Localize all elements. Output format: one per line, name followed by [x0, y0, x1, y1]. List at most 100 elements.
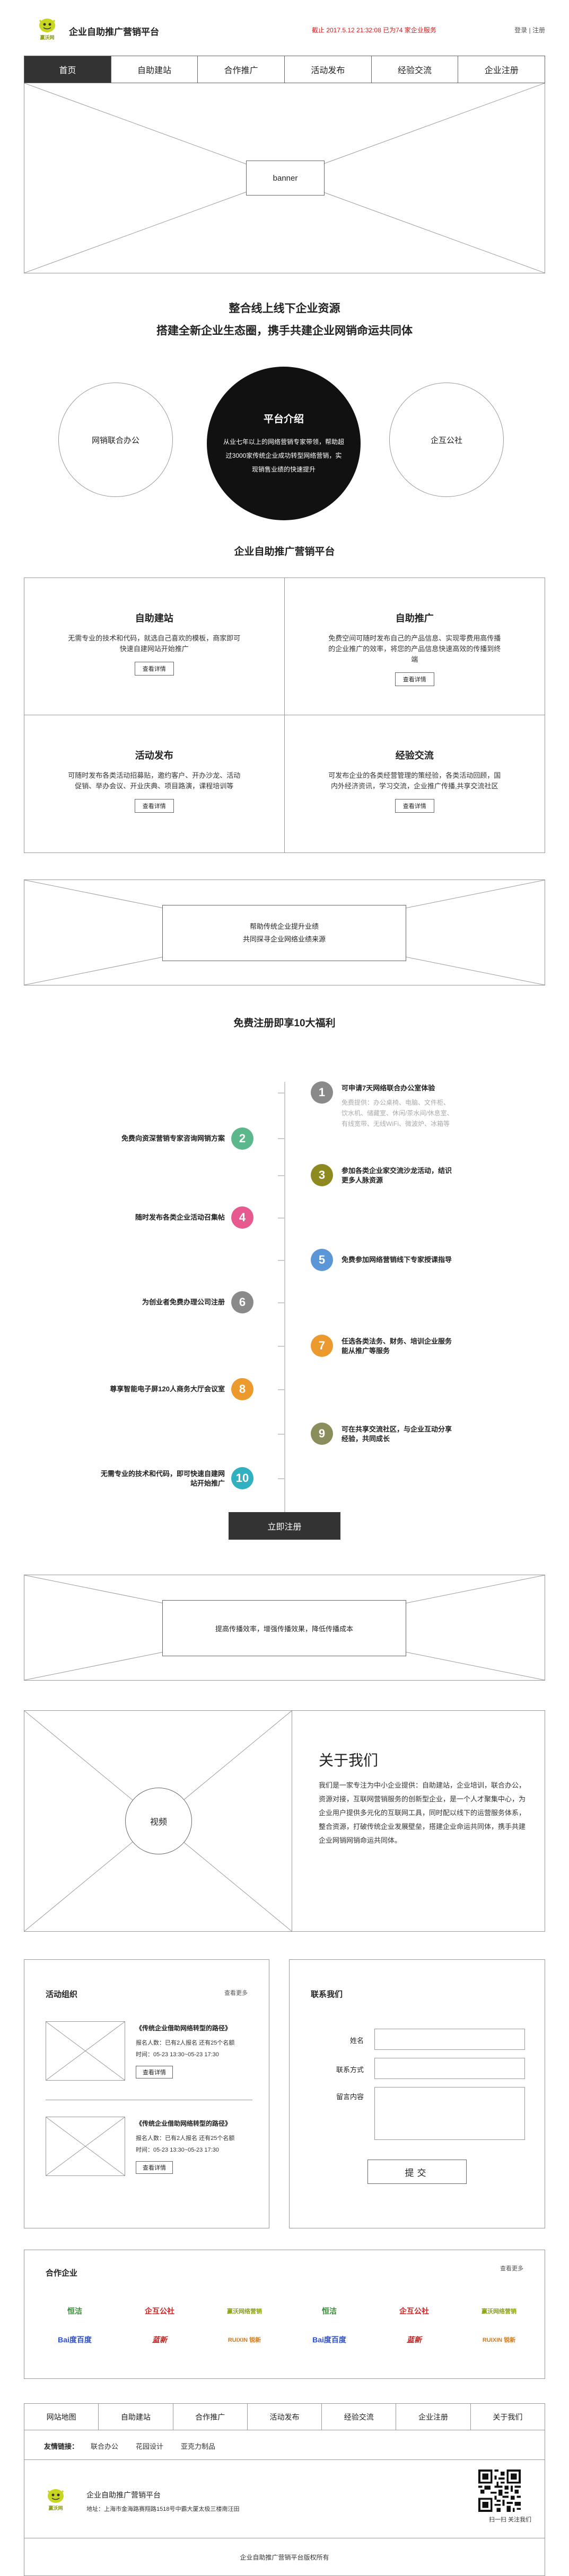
nav-item-site-builder[interactable]: 自助建站 [110, 56, 198, 83]
feature-detail-button[interactable]: 查看详情 [134, 799, 174, 813]
partners-section: 合作企业 查看更多 恒洁 企互公社 赢沃网络营销 恒洁 企互公社 赢沃网络营销 … [24, 2250, 545, 2379]
friend-link[interactable]: 亚克力制品 [181, 2441, 215, 2451]
benefit-text-10: 无需专业的技术和代码，即可快速自建网站开始推广 [100, 1470, 225, 1487]
timeline-tick [278, 1260, 285, 1261]
partner-logo[interactable]: 蓝新 [133, 2333, 186, 2347]
partner-logo[interactable]: 赢沃网络营销 [472, 2304, 526, 2318]
register-link[interactable]: 注册 [532, 26, 545, 34]
partner-logo[interactable]: 企互公社 [388, 2304, 441, 2318]
nav-item-events[interactable]: 活动发布 [284, 56, 371, 83]
submit-button[interactable]: 提交 [367, 2160, 467, 2184]
banner-label: banner [246, 161, 325, 196]
partner-logo[interactable]: Bai度百度 [303, 2333, 356, 2347]
footer-nav-site-builder[interactable]: 自助建站 [98, 2404, 172, 2430]
benefit-sub-1a: 免费提供：办公桌椅、电脑、文件柜、 [342, 1099, 450, 1106]
activity-thumbnail[interactable] [46, 2117, 125, 2176]
activities-more-link[interactable]: 查看更多 [224, 1988, 248, 1997]
strip-label: 帮助传统企业提升业绩 共同探寻企业网络业绩来源 [162, 905, 406, 961]
login-link[interactable]: 登录 [514, 26, 527, 34]
activity-people: 报名人数：已有2人报名 还有25个名额 [136, 2040, 235, 2046]
timeline-tick [278, 1302, 285, 1303]
nav-item-home[interactable]: 首页 [24, 56, 111, 83]
feature-experience: 经验交流 可发布企业的各类经营管理的策经验，各类活动回顾，国内外经济资讯，学习交… [285, 715, 545, 852]
circle-commune[interactable]: 企互公社 [389, 383, 504, 497]
video-play-button[interactable]: 视频 [125, 1788, 192, 1854]
partner-logo[interactable]: 蓝新 [388, 2333, 441, 2347]
benefit-number-9: 9 [311, 1423, 333, 1445]
intro-title-2: 搭建全新企业生态圈，携手共建企业网销命运共同体 [156, 325, 413, 337]
benefit-number-10: 10 [231, 1467, 253, 1489]
footer-address: 地址：上海市金海路赛翔路1518号中霸大厦太极三楼南汪田 [86, 2506, 240, 2512]
partner-logo[interactable]: 企互公社 [133, 2304, 186, 2318]
benefit-number-5: 5 [311, 1249, 333, 1271]
footer-nav: 网站地图 自助建站 合作推广 活动发布 经验交流 企业注册 关于我们 [24, 2403, 545, 2430]
friend-links-label: 友情链接： [44, 2442, 79, 2450]
activity-detail-button[interactable]: 查看详情 [136, 2066, 173, 2078]
strip-banner-2[interactable]: 提高传播效率，增强传播效果，降低传播成本 [24, 1575, 545, 1681]
benefits-title: 免费注册即享10大福利 [233, 1018, 336, 1029]
about-section: 视频 关于我们 我们是一家专注为中小企业提供：自助建站，企业培训，联合办公，资源… [24, 1710, 545, 1932]
partner-logo[interactable]: Bai度百度 [48, 2333, 101, 2347]
feature-detail-button[interactable]: 查看详情 [395, 672, 434, 686]
friend-links: 友情链接： 联合办公 花园设计 亚克力制品 [24, 2430, 545, 2460]
name-input[interactable] [374, 2029, 525, 2050]
feature-self-promotion: 自助推广 免费空间可随时发布自己的产品信息、实现零费用高传播的企业推广的效率，将… [284, 578, 545, 715]
partner-logo[interactable]: 赢沃网络营销 [218, 2304, 271, 2318]
contact-box: 联系我们 姓名 联系方式 留言内容 提交 [289, 1959, 545, 2228]
timeline-tick [278, 1092, 285, 1094]
site-title: 企业自助推广营销平台 [69, 27, 159, 37]
page: 赢沃网 企业自助推广营销平台 截止 2017.5.12 21:32:08 已为7… [0, 0, 569, 2576]
qr-caption: 扫一扫 关注我们 [488, 2517, 531, 2523]
footer-nav-about[interactable]: 关于我们 [470, 2404, 545, 2430]
activities-box: 活动组织 查看更多 《传统企业借助网络转型的路径》 报名人数：已有2人报名 还有… [24, 1959, 269, 2228]
footer-nav-events[interactable]: 活动发布 [247, 2404, 321, 2430]
activity-time: 时间：05-23 13:30~05-23 17:30 [136, 2051, 219, 2058]
nav-item-experience[interactable]: 经验交流 [371, 56, 458, 83]
activity-title[interactable]: 《传统企业借助网络转型的路径》 [136, 2023, 231, 2032]
partners-more-link[interactable]: 查看更多 [500, 2264, 523, 2272]
partners-title: 合作企业 [46, 2269, 78, 2278]
partner-logo[interactable]: RUIXIN 锐新 [472, 2333, 526, 2347]
strip-banner-1[interactable]: 帮助传统企业提升业绩 共同探寻企业网络业绩来源 [24, 880, 545, 985]
benefit-number-2: 2 [231, 1127, 253, 1150]
message-textarea[interactable] [374, 2087, 525, 2140]
friend-link[interactable]: 花园设计 [136, 2441, 163, 2451]
activity-title[interactable]: 《传统企业借助网络转型的路径》 [136, 2119, 231, 2128]
footer-logo-text: 赢沃网 [48, 2506, 63, 2511]
footer-info: 赢沃网 企业自助推广营销平台 地址：上海市金海路赛翔路1518号中霸大厦太极三楼… [24, 2460, 545, 2538]
nav-item-promotion[interactable]: 合作推广 [197, 56, 284, 83]
banner[interactable]: banner [24, 83, 545, 273]
register-now-button[interactable]: 立即注册 [229, 1512, 340, 1540]
activity-time: 时间：05-23 13:30~05-23 17:30 [136, 2147, 219, 2153]
main-nav: 首页 自助建站 合作推广 活动发布 经验交流 企业注册 [24, 56, 545, 83]
benefit-text-6: 为创业者免费办理公司注册 [142, 1298, 225, 1306]
feature-detail-button[interactable]: 查看详情 [395, 799, 434, 813]
activity-thumbnail[interactable] [46, 2021, 125, 2081]
footer-nav-sitemap[interactable]: 网站地图 [24, 2404, 98, 2430]
benefit-text-8: 尊享智能电子屏120人商务大厅会议室 [110, 1385, 225, 1393]
footer-nav-experience[interactable]: 经验交流 [321, 2404, 396, 2430]
footer-nav-register[interactable]: 企业注册 [396, 2404, 470, 2430]
nav-item-register[interactable]: 企业注册 [458, 56, 545, 83]
timeline-tick [278, 1478, 285, 1479]
feature-title: 自助推广 [395, 613, 434, 624]
qr-code [478, 2470, 521, 2512]
phone-input[interactable] [374, 2058, 525, 2079]
logo-text: 赢沃网 [40, 35, 55, 40]
activity-detail-button[interactable]: 查看详情 [136, 2161, 173, 2174]
footer-nav-promotion[interactable]: 合作推广 [172, 2404, 247, 2430]
activity-people: 报名人数：已有2人报名 还有25个名额 [136, 2135, 235, 2142]
timeline-tick [278, 1138, 285, 1139]
service-notice: 截止 2017.5.12 21:32:08 已为74 家企业服务 [312, 26, 436, 34]
site-logo[interactable]: 赢沃网 [36, 16, 59, 40]
activities-title: 活动组织 [46, 1990, 78, 1999]
feature-detail-button[interactable]: 查看详情 [134, 662, 174, 676]
partner-logo[interactable]: 恒洁 [303, 2304, 356, 2318]
partner-logo[interactable]: RUIXIN 锐新 [218, 2333, 271, 2347]
circle-joint-office[interactable]: 网销联合办公 [58, 383, 173, 497]
partner-logo[interactable]: 恒洁 [48, 2304, 101, 2318]
features-grid: 自助建站 无需专业的技术和代码，就选自己喜欢的模板，商家即可快速自建网站开始推广… [24, 578, 545, 853]
friend-link[interactable]: 联合办公 [91, 2441, 118, 2451]
feature-event-publish: 活动发布 可随时发布各类活动招募贴，邀约客户、开办沙龙、活动促销、举办会议、开业… [24, 715, 285, 852]
benefit-text-7: 任选各类法务、财务、培训企业服务能从推广等服务 [342, 1337, 452, 1355]
